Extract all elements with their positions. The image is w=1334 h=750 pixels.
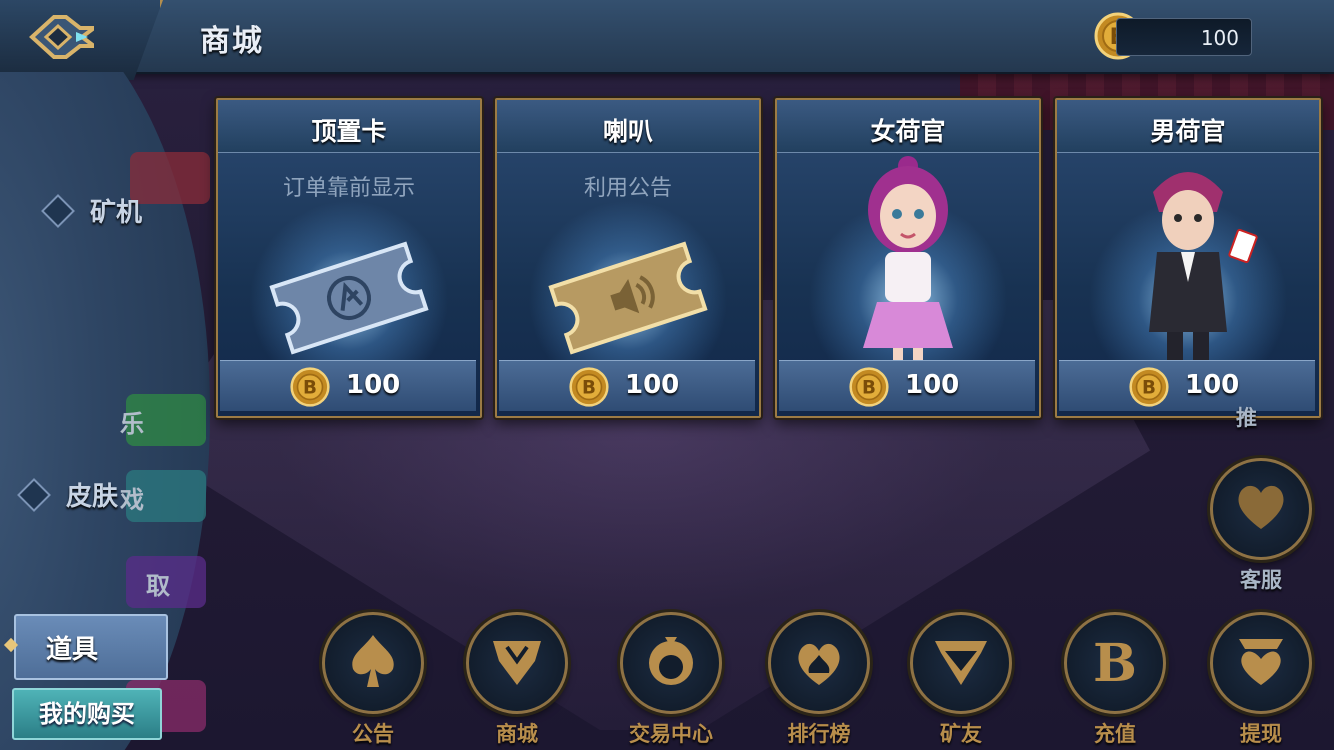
product-card-speaker[interactable]: 喇叭 利用公告 B 100 [495,98,761,418]
nav-circle [1210,458,1312,560]
nav-label: 商城 [496,722,538,746]
club-icon [649,637,693,685]
sidebar-item-skin[interactable]: 皮肤 [17,476,119,513]
nav-ranking[interactable]: 排行榜 [764,612,874,748]
nav-label: 提现 [1240,722,1282,746]
coin-icon: B [849,367,889,407]
card-title: 男荷官 [1150,117,1226,146]
product-card-female-dealer[interactable]: 女荷官 B 100 [775,98,1041,418]
nav-withdraw[interactable]: 提现 [1206,612,1316,748]
page-title: 商城 [200,24,264,59]
sidebar-item-label: 皮肤 [66,482,119,512]
nav-label: 排行榜 [787,722,851,746]
card-price: B 100 [779,360,1035,411]
nav-label: 充值 [1094,722,1136,746]
price-value: 100 [346,370,401,400]
nav-label: 客服 [1240,568,1282,592]
nav-announcement[interactable]: 公告 [318,612,428,748]
svg-text:B: B [303,378,317,399]
nav-shop[interactable]: 商城 [462,612,572,748]
sidebar-item-props[interactable]: 道具 [14,614,168,680]
card-price: B 100 [220,360,476,411]
sidebar-partial-tab-purple: 取 [126,556,206,608]
sidebar-item-mining-machine[interactable]: 矿机 [41,192,143,229]
price-value: 100 [625,370,680,400]
ranking-icon [798,643,840,685]
price-value: 100 [905,370,960,400]
product-card-top-card[interactable]: 顶置卡 订单靠前显示 B 100 [216,98,482,418]
nav-circle: B [1064,612,1166,714]
sidebar-partial-tab-green: 乐 [120,394,206,446]
coin-icon: B [1129,367,1169,407]
nav-circle [322,612,424,714]
nav-circle [1210,612,1312,714]
diamond-icon [17,477,51,512]
price-value: 100 [1185,370,1240,400]
svg-text:B: B [582,378,596,399]
card-title: 喇叭 [602,117,653,146]
sidebar-item-label: 道具 [46,634,99,665]
nav-circle [768,612,870,714]
back-arrow-icon [29,15,94,59]
svg-text:B: B [862,378,876,399]
svg-text:B: B [1093,633,1137,691]
svg-text:B: B [1142,378,1156,399]
sidebar-partial-tab-teal: 戏 [120,470,206,522]
coin-icon: B [290,367,330,407]
nav-label: 交易中心 [629,722,713,746]
friends-icon [935,641,987,685]
card-price: B 100 [499,360,755,411]
partial-label: 推 [1236,406,1257,430]
heart-icon [1239,639,1283,685]
nav-label: 矿友 [940,722,982,746]
card-title: 女荷官 [870,117,946,146]
sidebar-item-label: 矿机 [90,198,143,228]
partial-tab-label: 戏 [120,486,144,514]
coin-balance: 100 [1116,18,1252,56]
partial-tab-label: 乐 [120,410,144,438]
coin-balance-value: 100 [1200,26,1239,50]
diamond-icon [41,193,75,228]
nav-circle [620,612,722,714]
service-heart-icon [1238,485,1284,529]
partial-tab-label: 取 [146,572,170,600]
shop-icon [493,641,541,685]
spade-icon [352,635,394,687]
nav-trading-center[interactable]: 交易中心 [616,612,726,748]
nav-mining-friends[interactable]: 矿友 [906,612,1016,748]
nav-circle [910,612,1012,714]
nav-recharge[interactable]: B 充值 [1060,612,1170,748]
coin-icon: B [569,367,609,407]
card-title: 顶置卡 [311,117,387,146]
card-price: B 100 [1059,360,1315,411]
nav-label: 公告 [352,722,394,746]
nav-circle [466,612,568,714]
product-card-male-dealer[interactable]: 男荷官 B 100 [1055,98,1321,418]
b-coin-icon: B [1093,633,1137,691]
my-purchases-button[interactable]: 我的购买 [12,688,162,740]
customer-service-button[interactable]: 客服 [1206,458,1316,594]
